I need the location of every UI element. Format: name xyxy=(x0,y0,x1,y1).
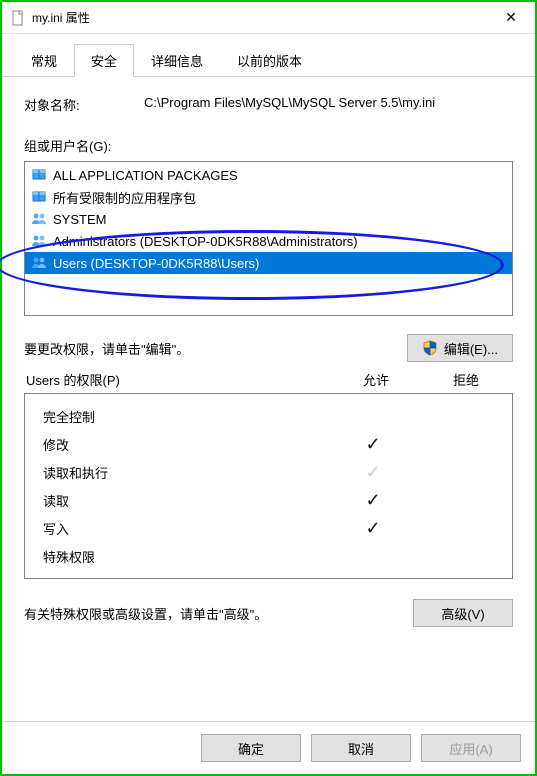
advanced-hint-row: 有关特殊权限或高级设置，请单击"高级"。 高级(V) xyxy=(24,599,513,627)
list-item[interactable]: Users (DESKTOP-0DK5R88\Users) xyxy=(25,252,512,274)
edit-hint-row: 要更改权限，请单击"编辑"。 编辑(E)... xyxy=(24,334,513,362)
permission-allow: ✓ xyxy=(328,462,418,483)
tab-general[interactable]: 常规 xyxy=(14,44,74,76)
tab-security[interactable]: 安全 xyxy=(74,44,134,77)
permissions-header-left: Users 的权限(P) xyxy=(26,370,331,389)
permission-row: 写入 ✓ xyxy=(29,514,508,542)
edit-button-label: 编辑(E)... xyxy=(444,339,498,358)
ok-button-label: 确定 xyxy=(238,739,264,758)
tab-details[interactable]: 详细信息 xyxy=(134,44,220,76)
dialog-content: 对象名称: C:\Program Files\MySQL\MySQL Serve… xyxy=(2,77,535,721)
object-name-row: 对象名称: C:\Program Files\MySQL\MySQL Serve… xyxy=(24,95,513,114)
permission-row: 修改 ✓ xyxy=(29,430,508,458)
list-item[interactable]: 所有受限制的应用程序包 xyxy=(25,186,512,208)
cancel-button-label: 取消 xyxy=(348,739,374,758)
package-icon xyxy=(31,188,47,207)
close-button[interactable]: ✕ xyxy=(489,3,533,33)
group-icon xyxy=(31,232,47,251)
check-icon: ✓ xyxy=(365,518,380,538)
permission-row: 读取和执行 ✓ xyxy=(29,458,508,486)
check-icon: ✓ xyxy=(365,434,380,454)
advanced-button-label: 高级(V) xyxy=(441,604,484,623)
list-item-label: Administrators (DESKTOP-0DK5R88\Administ… xyxy=(53,234,358,249)
permissions-header-deny: 拒绝 xyxy=(421,370,511,389)
apply-button-label: 应用(A) xyxy=(449,739,492,758)
apply-button[interactable]: 应用(A) xyxy=(421,734,521,762)
properties-dialog: my.ini 属性 ✕ 常规 安全 详细信息 以前的版本 对象名称: C:\Pr… xyxy=(0,0,537,776)
tab-strip: 常规 安全 详细信息 以前的版本 xyxy=(2,34,535,77)
object-name-label: 对象名称: xyxy=(24,95,144,114)
list-item[interactable]: Administrators (DESKTOP-0DK5R88\Administ… xyxy=(25,230,512,252)
permissions-header: Users 的权限(P) 允许 拒绝 xyxy=(26,370,511,389)
shield-icon xyxy=(422,340,438,356)
package-icon xyxy=(31,166,47,185)
permission-row: 完全控制 xyxy=(29,402,508,430)
close-icon: ✕ xyxy=(505,9,517,26)
ok-button[interactable]: 确定 xyxy=(201,734,301,762)
list-item[interactable]: ALL APPLICATION PACKAGES xyxy=(25,164,512,186)
permission-name: 特殊权限 xyxy=(29,547,328,566)
object-name-value: C:\Program Files\MySQL\MySQL Server 5.5\… xyxy=(144,95,513,114)
permissions-header-allow: 允许 xyxy=(331,370,421,389)
permission-name: 写入 xyxy=(29,519,328,538)
edit-hint-text: 要更改权限，请单击"编辑"。 xyxy=(24,339,395,358)
groups-label: 组或用户名(G): xyxy=(24,136,513,155)
permission-allow: ✓ xyxy=(328,434,418,455)
permission-name: 读取和执行 xyxy=(29,463,328,482)
permission-name: 完全控制 xyxy=(29,407,328,426)
permission-allow: ✓ xyxy=(328,490,418,511)
permission-allow: ✓ xyxy=(328,518,418,539)
group-icon xyxy=(31,210,47,229)
groups-listbox[interactable]: ALL APPLICATION PACKAGES 所有受限制的应用程序包 SYSTE… xyxy=(24,161,513,316)
permission-row: 特殊权限 xyxy=(29,542,508,570)
list-item[interactable]: SYSTEM xyxy=(25,208,512,230)
cancel-button[interactable]: 取消 xyxy=(311,734,411,762)
permission-name: 修改 xyxy=(29,435,328,454)
check-icon: ✓ xyxy=(365,462,380,482)
group-icon xyxy=(31,254,47,273)
permission-name: 读取 xyxy=(29,491,328,510)
list-item-label: 所有受限制的应用程序包 xyxy=(53,188,196,207)
check-icon: ✓ xyxy=(365,490,380,510)
advanced-button[interactable]: 高级(V) xyxy=(413,599,513,627)
window-title: my.ini 属性 xyxy=(32,9,489,26)
list-item-label: Users (DESKTOP-0DK5R88\Users) xyxy=(53,256,259,271)
titlebar: my.ini 属性 ✕ xyxy=(2,2,535,34)
permissions-box: 完全控制修改 ✓ 读取和执行 ✓ 读取 ✓ 写入 ✓ 特殊权限 xyxy=(24,393,513,579)
list-item-label: ALL APPLICATION PACKAGES xyxy=(53,168,238,183)
dialog-footer: 确定 取消 应用(A) xyxy=(2,721,535,774)
tab-previous-versions[interactable]: 以前的版本 xyxy=(220,44,319,76)
permission-row: 读取 ✓ xyxy=(29,486,508,514)
list-item-label: SYSTEM xyxy=(53,212,106,227)
file-icon xyxy=(10,10,26,26)
advanced-hint-text: 有关特殊权限或高级设置，请单击"高级"。 xyxy=(24,604,401,623)
edit-button[interactable]: 编辑(E)... xyxy=(407,334,513,362)
